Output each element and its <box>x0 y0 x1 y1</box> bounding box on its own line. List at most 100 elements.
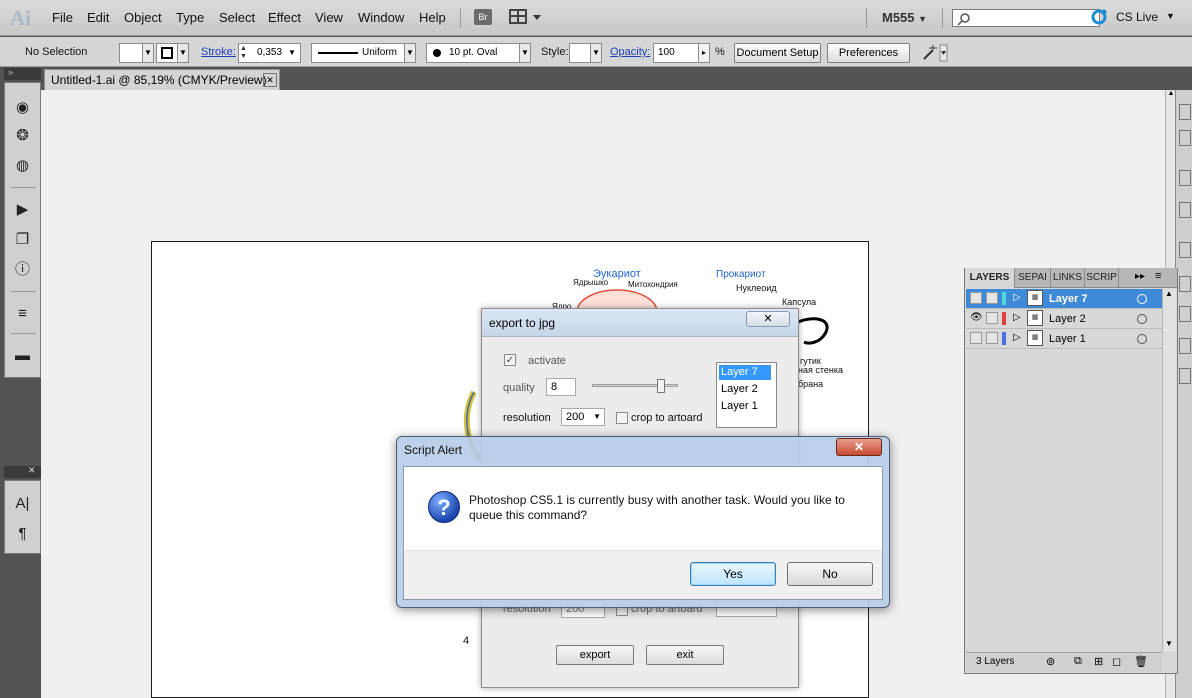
resolution-select[interactable]: 200 ▼ <box>561 408 605 426</box>
dock-icon-9[interactable] <box>1179 368 1191 384</box>
dock-icon-1[interactable] <box>1179 104 1191 120</box>
graphic-style-swatch[interactable] <box>569 43 591 63</box>
stepper-arrows-icon[interactable]: ▲ ▼ <box>240 45 247 61</box>
close-tab-icon[interactable]: ✕ <box>263 73 277 87</box>
dock-icon-5[interactable] <box>1179 242 1191 258</box>
menu-view[interactable]: View <box>315 10 343 25</box>
menu-effect[interactable]: Effect <box>268 10 301 25</box>
expand-tabs-icon[interactable]: ▸▸ <box>1135 271 1145 282</box>
cs-live-button[interactable]: CS Live ▼ <box>1090 8 1180 28</box>
layer-name[interactable]: Layer 2 <box>1049 313 1086 325</box>
links-icon[interactable]: ❐ <box>10 229 35 251</box>
bridge-button[interactable]: Br <box>474 9 492 25</box>
tool-panel-header[interactable]: » <box>4 67 41 80</box>
tab-links[interactable]: LINKS <box>1051 268 1085 288</box>
layer-row-1[interactable]: ▷ ▦ Layer 1 <box>966 329 1162 349</box>
layer-list-item[interactable]: Layer 7 <box>719 365 771 380</box>
align-icon[interactable]: ≡ <box>10 303 35 325</box>
paragraph-icon[interactable]: ¶ <box>10 523 35 545</box>
layer-name[interactable]: Layer 7 <box>1049 293 1088 305</box>
dock-icon-4[interactable] <box>1179 202 1191 218</box>
quality-slider[interactable] <box>592 379 678 393</box>
menu-object[interactable]: Object <box>124 10 162 25</box>
lock-toggle[interactable] <box>986 332 998 344</box>
document-setup-button[interactable]: Document Setup <box>734 43 821 63</box>
delete-layer-icon[interactable]: 🗑 <box>1134 655 1148 668</box>
expand-triangle-icon[interactable]: ▷ <box>1013 312 1021 323</box>
arrange-documents-button[interactable] <box>509 8 543 26</box>
export-button[interactable]: export <box>556 645 634 665</box>
layer-list-item[interactable]: Layer 2 <box>719 382 771 397</box>
fill-dropdown[interactable]: ▼ <box>142 43 154 63</box>
new-sublayer-icon[interactable]: ⊞ <box>1094 655 1103 668</box>
menu-edit[interactable]: Edit <box>87 10 109 25</box>
panel-menu-icon[interactable]: ≡ <box>1155 270 1161 282</box>
dock-icon-3[interactable] <box>1179 170 1191 186</box>
brush-dropdown[interactable]: ▼ <box>519 43 531 63</box>
tab-scripts[interactable]: SCRIP <box>1085 268 1119 288</box>
transparency-icon[interactable]: ▬ <box>10 345 35 367</box>
tab-layers[interactable]: LAYERS <box>965 268 1015 288</box>
locate-object-icon[interactable]: ⊚ <box>1046 655 1055 668</box>
actions-play-icon[interactable]: ▶ <box>10 199 35 221</box>
fill-swatch[interactable] <box>119 43 143 63</box>
crop-checkbox[interactable] <box>616 412 628 424</box>
preferences-button[interactable]: Preferences <box>827 43 910 63</box>
opacity-slider-toggle[interactable]: ▸ <box>698 43 710 63</box>
dock-icon-8[interactable] <box>1179 338 1191 354</box>
menu-file[interactable]: File <box>52 10 73 25</box>
layer-target-icon[interactable] <box>1137 294 1147 304</box>
lock-toggle[interactable] <box>986 312 998 324</box>
layer-row-7[interactable]: ▷ ▦ Layer 7 <box>966 289 1162 309</box>
document-info-icon[interactable]: ⓘ <box>10 259 35 281</box>
alert-close-button[interactable]: ✕ <box>836 438 882 456</box>
menu-select[interactable]: Select <box>219 10 255 25</box>
scroll-up-icon[interactable]: ▲ <box>1165 289 1173 298</box>
new-layer-icon[interactable]: ◻ <box>1112 655 1121 668</box>
graphic-styles-icon[interactable]: ◉ <box>10 97 35 119</box>
layer-target-icon[interactable] <box>1137 334 1147 344</box>
exit-button[interactable]: exit <box>646 645 724 665</box>
search-input[interactable] <box>952 9 1100 27</box>
layer-list-item[interactable]: Layer 1 <box>719 399 771 414</box>
profile-dropdown[interactable]: ▼ <box>404 43 416 63</box>
export-close-button[interactable]: ✕ <box>746 311 790 327</box>
variable-width-profile[interactable]: Uniform <box>311 43 405 63</box>
expand-triangle-icon[interactable]: ▷ <box>1013 332 1021 343</box>
control-panel-menu[interactable] <box>920 43 948 63</box>
expand-triangle-icon[interactable]: ▷ <box>1013 292 1021 303</box>
opacity-label[interactable]: Opacity: <box>610 46 650 58</box>
yes-button[interactable]: Yes <box>690 562 776 586</box>
no-button[interactable]: No <box>787 562 873 586</box>
menu-window[interactable]: Window <box>358 10 404 25</box>
type-panel-header[interactable]: ✕ <box>4 465 41 478</box>
document-tab[interactable]: Untitled-1.ai @ 85,19% (CMYK/Preview) ✕ <box>44 69 280 90</box>
menu-help[interactable]: Help <box>419 10 446 25</box>
activate-checkbox[interactable]: ✓ <box>504 354 516 366</box>
workspace-switcher[interactable]: M555 ▼ <box>882 10 927 25</box>
brush-definition[interactable]: 10 pt. Oval <box>426 43 520 63</box>
layers-scrollbar[interactable]: ▲ ▼ <box>1162 289 1176 651</box>
style-dropdown[interactable]: ▼ <box>590 43 602 63</box>
clipping-mask-icon[interactable]: ⧉ <box>1074 655 1082 668</box>
menu-type[interactable]: Type <box>176 10 204 25</box>
visibility-toggle[interactable] <box>970 332 982 344</box>
stroke-label[interactable]: Stroke: <box>201 46 236 58</box>
stroke-swatch[interactable] <box>156 43 178 63</box>
appearance-icon[interactable]: ◍ <box>10 155 35 177</box>
visibility-toggle[interactable] <box>970 292 982 304</box>
stroke-color-dropdown[interactable]: ▼ <box>177 43 189 63</box>
eye-icon[interactable]: 👁 <box>970 312 983 324</box>
tab-separations[interactable]: SEPAI <box>1015 268 1051 288</box>
opacity-field[interactable]: 100 <box>653 43 699 63</box>
close-icon[interactable]: ✕ <box>28 465 36 476</box>
scroll-down-icon[interactable]: ▼ <box>1165 639 1173 648</box>
dock-icon-2[interactable] <box>1179 130 1191 146</box>
character-icon[interactable]: A| <box>10 493 35 515</box>
dock-icon-6[interactable] <box>1179 276 1191 292</box>
layer-row-2[interactable]: 👁 ▷ ▦ Layer 2 <box>966 309 1162 329</box>
slider-thumb[interactable] <box>657 379 665 393</box>
dock-icon-7[interactable] <box>1179 306 1191 322</box>
symbols-icon[interactable]: ❂ <box>10 125 35 147</box>
layer-target-icon[interactable] <box>1137 314 1147 324</box>
